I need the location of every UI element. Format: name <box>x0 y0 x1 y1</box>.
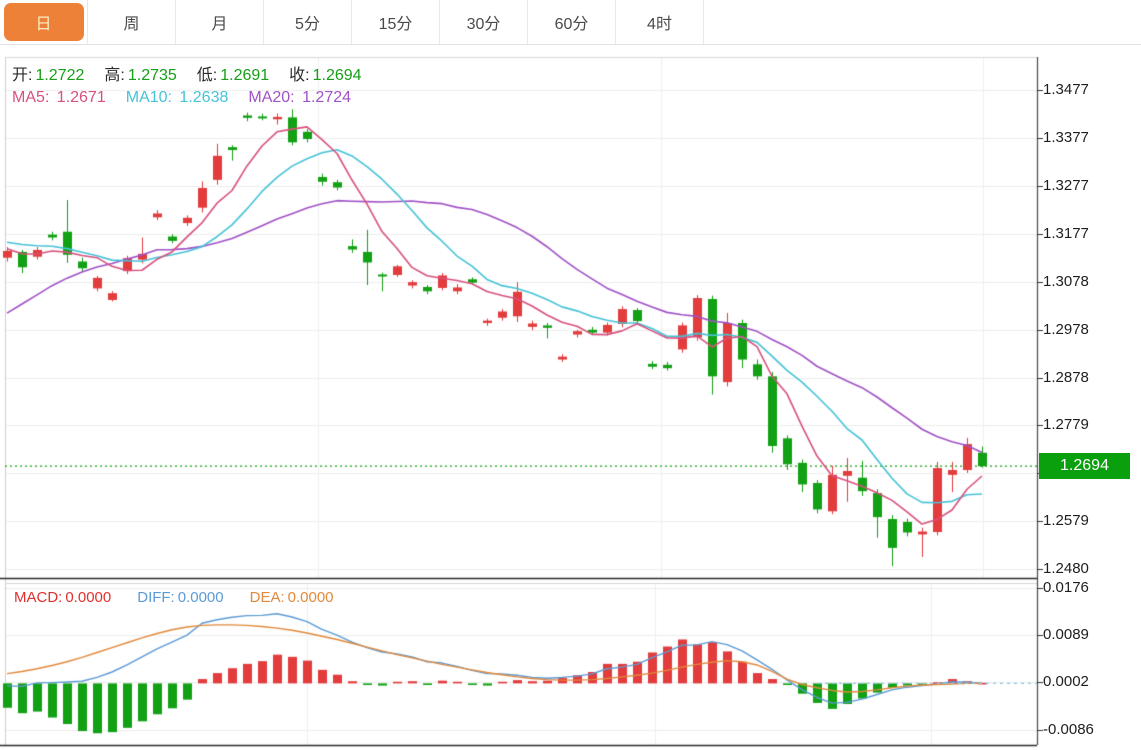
tab-timeframe-5[interactable]: 30分 <box>440 0 528 44</box>
ohlc-item-0-label: 开: <box>12 67 32 84</box>
ohlc-item-1: 高:1.2735 <box>104 61 176 85</box>
macd-item-0: MACD:0.0000 <box>14 589 111 606</box>
ma-item-0-value: 1.2671 <box>52 89 105 106</box>
tab-label: 月 <box>211 10 227 34</box>
ma-item-2-value: 1.2724 <box>298 89 351 106</box>
tab-timeframe-0[interactable]: 日 <box>0 0 88 44</box>
price-axis-tick: 1.3477 <box>1043 81 1089 99</box>
ohlc-item-1-value: 1.2735 <box>128 67 177 84</box>
ohlc-item-0: 开:1.2722 <box>12 61 84 85</box>
ohlc-item-1-label: 高: <box>104 67 124 84</box>
macd-legend-row: MACD:0.0000DIFF:0.0000DEA:0.0000 <box>14 589 334 606</box>
tab-timeframe-1[interactable]: 周 <box>88 0 176 44</box>
macd-item-1: DIFF:0.0000 <box>137 589 223 606</box>
tab-timeframe-3[interactable]: 5分 <box>264 0 352 44</box>
tab-timeframe-4[interactable]: 15分 <box>352 0 440 44</box>
ma-item-0-label: MA5: <box>12 89 49 106</box>
macd-item-0-value: 0.0000 <box>65 589 111 606</box>
ohlc-item-3: 收:1.2694 <box>289 61 361 85</box>
price-axis-tick: 1.2878 <box>1043 369 1089 387</box>
tab-label: 15分 <box>379 10 413 34</box>
kline-trading-chart-page: { "tabs": { "items": [ {"label": "日", "s… <box>0 0 1141 750</box>
price-axis-tick: 1.2579 <box>1043 512 1089 530</box>
tab-label: 日 <box>4 3 84 41</box>
ohlc-item-2-label: 低: <box>197 67 217 84</box>
tab-timeframe-6[interactable]: 60分 <box>528 0 616 44</box>
ohlc-item-2-value: 1.2691 <box>220 67 269 84</box>
macd-axis-tick: 0.0176 <box>1043 579 1089 597</box>
ohlc-item-3-value: 1.2694 <box>313 67 362 84</box>
ma-item-1-value: 1.2638 <box>175 89 228 106</box>
ohlc-legend-row: 开:1.2722 高:1.2735 低:1.2691 收:1.2694 <box>12 61 362 85</box>
tab-timeframe-7[interactable]: 4时 <box>616 0 704 44</box>
ma-item-1: MA10: 1.2638 <box>126 89 229 107</box>
candlestick-chart-canvas[interactable] <box>0 0 1141 750</box>
macd-item-2: DEA:0.0000 <box>250 589 334 606</box>
price-axis-tick: 1.2978 <box>1043 321 1089 339</box>
price-axis-tick: 1.3177 <box>1043 225 1089 243</box>
price-axis-tick: 1.3377 <box>1043 129 1089 147</box>
current-price-badge: 1.2694 <box>1039 453 1130 479</box>
tab-label: 周 <box>123 10 139 34</box>
timeframe-tabbar: 日 周 月 5分 15分 30分 60分 4时 <box>0 0 1141 45</box>
ohlc-item-2: 低:1.2691 <box>197 61 269 85</box>
macd-item-0-label: MACD: <box>14 589 62 606</box>
macd-axis-tick: 0.0002 <box>1043 673 1089 691</box>
macd-axis-tick: 0.0089 <box>1043 626 1089 644</box>
tab-label: 30分 <box>467 10 501 34</box>
ohlc-item-3-label: 收: <box>289 67 309 84</box>
ma-item-2: MA20: 1.2724 <box>248 89 351 107</box>
price-axis-tick: 1.3277 <box>1043 177 1089 195</box>
macd-item-1-value: 0.0000 <box>178 589 224 606</box>
macd-axis-tick: -0.0086 <box>1043 721 1094 739</box>
ohlc-item-0-value: 1.2722 <box>35 67 84 84</box>
macd-item-2-label: DEA: <box>250 589 285 606</box>
price-axis-tick: 1.2779 <box>1043 416 1089 434</box>
ma-item-2-label: MA20: <box>248 89 294 106</box>
ma-item-0: MA5: 1.2671 <box>12 89 106 107</box>
ma-item-1-label: MA10: <box>126 89 172 106</box>
ma-legend-row: MA5: 1.2671 MA10: 1.2638 MA20: 1.2724 <box>12 89 351 107</box>
macd-item-2-value: 0.0000 <box>288 589 334 606</box>
macd-item-1-label: DIFF: <box>137 589 175 606</box>
tab-timeframe-2[interactable]: 月 <box>176 0 264 44</box>
price-axis-tick: 1.3078 <box>1043 273 1089 291</box>
tab-label: 4时 <box>647 10 672 34</box>
tab-label: 5分 <box>295 10 320 34</box>
price-axis-tick: 1.2480 <box>1043 560 1089 578</box>
tab-label: 60分 <box>555 10 589 34</box>
